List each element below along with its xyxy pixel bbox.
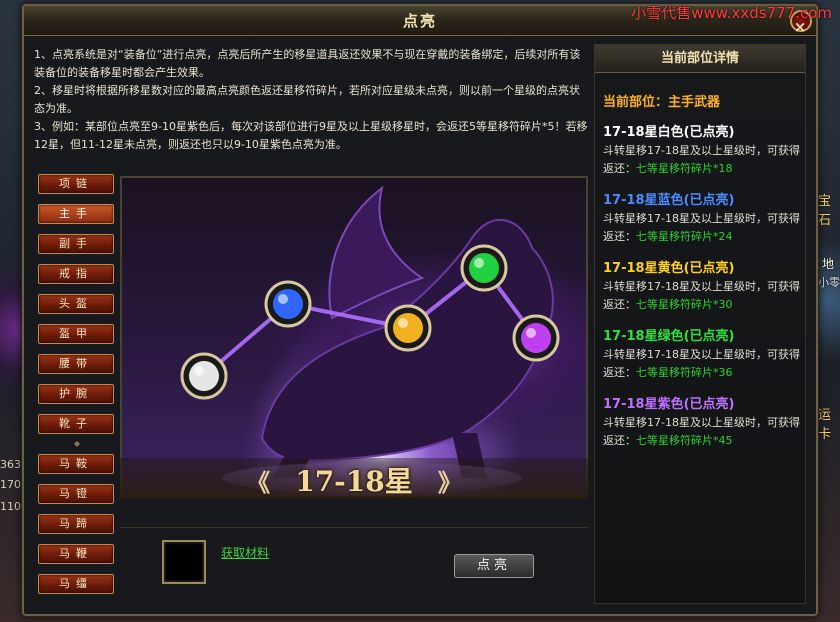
tier-reward: 七等星移符碎片*18 xyxy=(636,162,733,175)
window-title: 点亮 xyxy=(402,12,437,30)
background-number: 363 xyxy=(0,458,21,471)
tier-entry: 17-18星黄色(已点亮) 斗转星移17-18星及以上星级时，可获得返还：七等星… xyxy=(603,260,805,314)
next-tier-arrow[interactable]: 》 xyxy=(438,469,462,497)
slot-button-boots[interactable]: 靴子 xyxy=(38,414,114,434)
slot-button-reins[interactable]: 马缰 xyxy=(38,574,114,594)
slot-button-horseshoe[interactable]: 马蹄 xyxy=(38,514,114,534)
rule-line: 2、移星时将根据所移星数对应的最高点亮颜色返还星移符碎片，若所对应星级未点亮，则… xyxy=(34,84,580,115)
tier-description: 斗转星移17-18星及以上星级时，可获得返还：七等星移符碎片*36 xyxy=(603,346,803,382)
slot-button-stirrup[interactable]: 马镫 xyxy=(38,484,114,504)
tier-entry: 17-18星白色(已点亮) 斗转星移17-18星及以上星级时，可获得返还：七等星… xyxy=(603,124,805,178)
gem-orb xyxy=(469,253,499,283)
slot-button-armor[interactable]: 盔甲 xyxy=(38,324,114,344)
tier-entry: 17-18星紫色(已点亮) 斗转星移17-18星及以上星级时，可获得返还：七等星… xyxy=(603,396,805,450)
gem-highlight xyxy=(526,328,536,338)
background-number: 110 xyxy=(0,500,21,513)
gem-orb xyxy=(189,361,219,391)
slot-button-whip[interactable]: 马鞭 xyxy=(38,544,114,564)
current-part-detail-panel: 当前部位详情 当前部位：主手武器 17-18星白色(已点亮) 斗转星移17-18… xyxy=(594,44,806,604)
material-slot[interactable] xyxy=(162,540,206,584)
light-up-window: 点亮 × 1、点亮系统是对“装备位”进行点亮，点亮后所产生的移星道具返还效果不与… xyxy=(22,4,818,616)
divider xyxy=(120,527,588,528)
tier-description: 斗转星移17-18星及以上星级时，可获得返还：七等星移符碎片*30 xyxy=(603,278,803,314)
constellation-artwork xyxy=(120,176,588,498)
slot-button-off-hand[interactable]: 副手 xyxy=(38,234,114,254)
rule-line: 1、点亮系统是对“装备位”进行点亮，点亮后所产生的移星道具返还效果不与现在穿戴的… xyxy=(34,48,581,79)
tier-reward: 七等星移符碎片*36 xyxy=(636,366,733,379)
tier-title: 17-18星黄色(已点亮) xyxy=(603,261,735,276)
background-text: 运卡 xyxy=(818,408,832,442)
tier-title: 17-18星绿色(已点亮) xyxy=(603,329,735,344)
slot-button-saddle[interactable]: 马鞍 xyxy=(38,454,114,474)
slot-button-belt[interactable]: 腰带 xyxy=(38,354,114,374)
gem-highlight xyxy=(194,366,204,376)
background-text: 地 xyxy=(822,257,835,271)
detail-panel-header: 当前部位详情 xyxy=(595,45,805,73)
dragon-constellation-illustration xyxy=(180,185,560,494)
tier-reward: 七等星移符碎片*30 xyxy=(636,298,733,311)
tier-title: 17-18星蓝色(已点亮) xyxy=(603,193,735,208)
tier-description: 斗转星移17-18星及以上星级时，可获得返还：七等星移符碎片*24 xyxy=(603,210,803,246)
tier-entry: 17-18星绿色(已点亮) 斗转星移17-18星及以上星级时，可获得返还：七等星… xyxy=(603,328,805,382)
tier-title: 17-18星紫色(已点亮) xyxy=(603,397,735,412)
watermark-text: 小雪代售www.xxds777.com xyxy=(631,4,832,22)
light-up-button[interactable]: 点亮 xyxy=(454,554,534,578)
star-tier-banner: 《 17-18星 》 xyxy=(120,458,588,498)
tier-description: 斗转星移17-18星及以上星级时，可获得返还：七等星移符碎片*45 xyxy=(603,414,803,450)
gem-orb xyxy=(521,323,551,353)
tier-reward: 七等星移符碎片*45 xyxy=(636,434,733,447)
background-text: 小零 xyxy=(818,276,840,289)
slot-button-bracer[interactable]: 护腕 xyxy=(38,384,114,404)
dragon-wing xyxy=(328,185,425,320)
slot-divider: ◆ xyxy=(73,439,81,448)
gem-highlight xyxy=(278,294,288,304)
slot-button-helmet[interactable]: 头盔 xyxy=(38,294,114,314)
gem-orb xyxy=(393,313,423,343)
rules-text: 1、点亮系统是对“装备位”进行点亮，点亮后所产生的移星道具返还效果不与现在穿戴的… xyxy=(34,46,590,154)
tier-list: 17-18星白色(已点亮) 斗转星移17-18星及以上星级时，可获得返还：七等星… xyxy=(595,124,805,450)
slot-button-necklace[interactable]: 项链 xyxy=(38,174,114,194)
tier-reward: 七等星移符碎片*24 xyxy=(636,230,733,243)
slot-button-main-hand[interactable]: 主手 xyxy=(38,204,114,224)
gem-highlight xyxy=(398,318,408,328)
star-tier-label: 17-18星 xyxy=(295,465,413,498)
background-number: 170 xyxy=(0,478,21,491)
gem-highlight xyxy=(474,258,484,268)
slot-button-ring[interactable]: 戒指 xyxy=(38,264,114,284)
rule-line: 3、例如：某部位点亮至9-10星紫色后，每次对该部位进行9星及以上星级移星时，会… xyxy=(34,120,588,151)
prev-tier-arrow[interactable]: 《 xyxy=(246,469,270,497)
get-material-link[interactable]: 获取材料 xyxy=(221,544,269,561)
tier-entry: 17-18星蓝色(已点亮) 斗转星移17-18星及以上星级时，可获得返还：七等星… xyxy=(603,192,805,246)
equipment-slot-list: 项链 主手 副手 戒指 头盔 盔甲 腰带 护腕 靴子 ◆ 马鞍 马镫 马蹄 马鞭… xyxy=(38,174,116,604)
tier-title: 17-18星白色(已点亮) xyxy=(603,125,735,140)
background-text: 宝石 xyxy=(818,194,832,228)
gem-orb xyxy=(273,289,303,319)
tier-description: 斗转星移17-18星及以上星级时，可获得返还：七等星移符碎片*18 xyxy=(603,142,803,178)
current-part-label: 当前部位：主手武器 xyxy=(603,95,721,110)
